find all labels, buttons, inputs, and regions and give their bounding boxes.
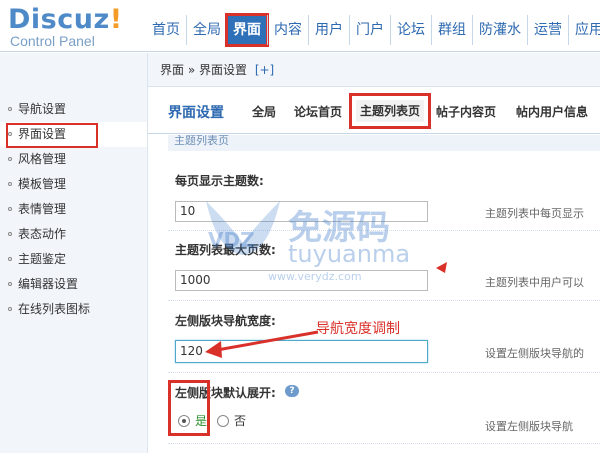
topnav-global[interactable]: 全局 (186, 15, 227, 45)
bullet-icon (8, 306, 12, 311)
default-expand-hint: 设置左侧版块导航 (485, 420, 573, 433)
logo-subtitle: Control Panel (10, 33, 95, 49)
discuz-logo[interactable]: Discuz! Control Panel (8, 6, 143, 50)
bullet-icon (8, 256, 12, 261)
breadcrumb: 界面 » 界面设置 [+] (148, 53, 600, 87)
top-navigation: 首页 全局 界面 内容 用户 门户 论坛 群组 防灌水 运营 应用 (148, 13, 600, 47)
settings-tabs: 界面设置 全局 论坛首页 主题列表页 帖子内容页 帖内用户信息 (148, 88, 600, 134)
header: Discuz! Control Panel 首页 全局 界面 内容 用户 门户 … (0, 0, 600, 52)
watermark-pinyin: tuyuanma (288, 240, 411, 268)
topnav-home[interactable]: 首页 (148, 15, 186, 45)
bullet-icon (8, 281, 12, 286)
threads-per-page-hint: 主题列表中每页显示 (485, 207, 584, 220)
topnav-users[interactable]: 用户 (308, 15, 349, 45)
tab-thread-list[interactable]: 主题列表页 (348, 93, 432, 129)
annotation-label: 导航宽度调制 (316, 321, 400, 337)
sidebar-item-attitudes[interactable]: 表态动作 (0, 222, 147, 247)
bullet-icon (8, 231, 12, 236)
threads-per-page-label: 每页显示主题数: (175, 174, 264, 188)
topnav-forum[interactable]: 论坛 (390, 15, 431, 45)
topnav-apps[interactable]: 应用 (568, 15, 600, 45)
max-pages-input[interactable]: 1000 (175, 270, 428, 291)
sidebar-item-navigation[interactable]: 导航设置 (0, 97, 147, 122)
breadcrumb-path: 界面 » 界面设置 (160, 63, 247, 77)
add-shortcut-link[interactable]: [+] (255, 63, 274, 77)
sidebar-item-templates[interactable]: 模板管理 (0, 172, 147, 197)
sidebar-item-interface-settings[interactable]: 界面设置 (0, 122, 147, 148)
sidebar: 导航设置 界面设置 风格管理 模板管理 表情管理 表态动作 主题鉴定 编辑器设置… (0, 53, 148, 453)
row-divider (168, 230, 600, 231)
nav-width-label: 左侧版块导航宽度: (175, 314, 276, 328)
sidebar-item-smilies[interactable]: 表情管理 (0, 197, 147, 222)
threads-per-page-input[interactable]: 10 (175, 201, 428, 222)
bullet-icon (8, 106, 12, 111)
page-title: 界面设置 (168, 105, 224, 121)
sidebar-item-editor[interactable]: 编辑器设置 (0, 272, 147, 297)
tab-forum-index[interactable]: 论坛首页 (294, 103, 342, 120)
tab-post-content[interactable]: 帖子内容页 (436, 103, 496, 120)
annotation-arrow-icon (205, 330, 319, 358)
row-divider (168, 300, 600, 301)
topnav-groups[interactable]: 群组 (431, 15, 472, 45)
topnav-antispam[interactable]: 防灌水 (472, 15, 527, 45)
bullet-icon (8, 181, 12, 186)
max-pages-label: 主题列表最大页数: (175, 243, 276, 257)
tab-post-user-info[interactable]: 帖内用户信息 (516, 103, 588, 120)
bullet-icon (8, 206, 12, 211)
topnav-interface[interactable]: 界面 (225, 13, 269, 47)
row-divider (168, 372, 600, 373)
sidebar-item-styles[interactable]: 风格管理 (0, 147, 147, 172)
tab-global[interactable]: 全局 (252, 103, 276, 120)
annotation-triangle-icon (436, 262, 447, 273)
radio-no-label[interactable]: 否 (234, 412, 246, 429)
annotation-highlight-box (168, 380, 210, 436)
logo-wordmark: Discuz! (8, 4, 123, 35)
sidebar-item-thread-stamps[interactable]: 主题鉴定 (0, 247, 147, 272)
bullet-icon (8, 131, 12, 136)
topnav-content[interactable]: 内容 (267, 15, 308, 45)
row-divider (168, 443, 600, 444)
topnav-portal[interactable]: 门户 (349, 15, 390, 45)
topnav-operations[interactable]: 运营 (527, 15, 568, 45)
bullet-icon (8, 156, 12, 161)
section-header: 主题列表页 (168, 135, 600, 151)
sidebar-item-online-icons[interactable]: 在线列表图标 (0, 297, 147, 322)
nav-width-hint: 设置左侧版块导航的 (485, 347, 584, 360)
main-content: 界面设置 全局 论坛首页 主题列表页 帖子内容页 帖内用户信息 主题列表页 每页… (148, 88, 600, 453)
max-pages-hint: 主题列表中用户可以 (485, 276, 584, 289)
help-icon[interactable]: ? (285, 385, 299, 397)
radio-no[interactable] (217, 414, 230, 427)
